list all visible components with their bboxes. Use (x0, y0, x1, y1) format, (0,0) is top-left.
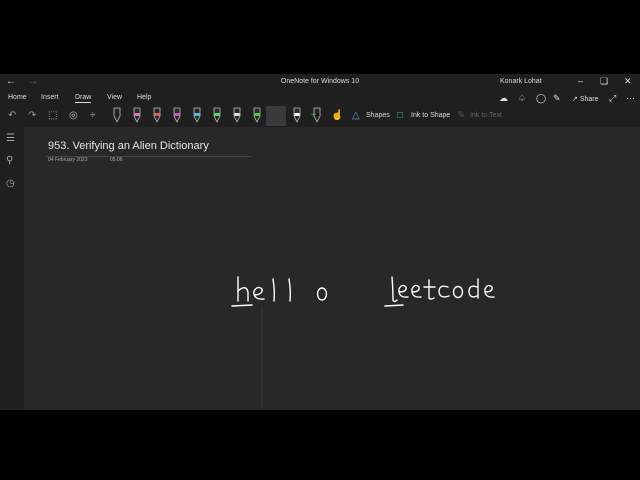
more-options-icon[interactable]: ⋯ (626, 93, 635, 104)
close-icon[interactable]: ✕ (624, 76, 632, 87)
onenote-window: ← → OneNote for Windows 10 Konark Lohat … (0, 74, 640, 410)
highlighter-green-icon[interactable] (212, 107, 222, 123)
recent-notes-icon[interactable]: ◷ (6, 178, 15, 189)
shapes-icon[interactable]: △ (352, 110, 360, 121)
add-space-icon[interactable]: ÷ (90, 110, 96, 121)
navigation-sidebar: ☰ ⚲ ◷ (0, 127, 24, 410)
sync-icon[interactable]: ☁ (499, 93, 508, 104)
tab-insert[interactable]: Insert (41, 94, 59, 101)
user-name[interactable]: Konark Lohat (500, 78, 542, 85)
tab-draw[interactable]: Draw (75, 94, 92, 103)
redo-icon[interactable]: ↷ (28, 110, 36, 121)
pen-white-icon[interactable] (232, 107, 242, 123)
pen-mode-icon[interactable]: ✎ (553, 93, 561, 104)
title-bar: ← → OneNote for Windows 10 Konark Lohat … (0, 74, 640, 91)
pen-pink-icon[interactable] (132, 107, 142, 123)
ink-word-leetcode (384, 276, 495, 307)
pen-black-icon[interactable] (112, 107, 122, 123)
notifications-icon[interactable]: ♤ (518, 93, 526, 104)
search-icon[interactable]: ⚲ (6, 155, 13, 166)
pen-magenta-icon[interactable] (172, 107, 182, 123)
note-canvas[interactable]: 953. Verifying an Alien Dictionary 04 Fe… (24, 127, 640, 410)
ink-to-text-label: Ink to Text (470, 112, 502, 119)
add-pen-icon[interactable]: + (311, 110, 317, 121)
selected-pen-highlight (266, 106, 286, 126)
notebooks-icon[interactable]: ☰ (6, 133, 15, 144)
handwritten-ink (231, 276, 495, 408)
pen-white-selected-icon[interactable] (292, 107, 302, 123)
expand-icon[interactable]: ⤢ (609, 93, 616, 104)
share-button[interactable]: ↗ Share (572, 95, 599, 103)
maximize-icon[interactable]: ❏ (600, 76, 608, 87)
ink-to-shape-icon[interactable]: □ (397, 110, 403, 121)
ink-to-shape-label[interactable]: Ink to Shape (411, 112, 450, 119)
pen-red-icon[interactable] (152, 107, 162, 123)
lasso-select-icon[interactable]: ⬚ (48, 110, 57, 121)
tab-home[interactable]: Home (8, 94, 27, 101)
eraser-icon[interactable]: ◎ (69, 110, 78, 121)
tab-help[interactable]: Help (137, 94, 151, 101)
share-label: Share (579, 96, 599, 103)
touch-drawing-icon[interactable]: ☝ (331, 110, 343, 121)
window-title: OneNote for Windows 10 (280, 78, 360, 85)
minimize-icon[interactable]: – (578, 76, 583, 86)
ink-word-hello (231, 276, 328, 307)
undo-icon[interactable]: ↶ (8, 110, 16, 121)
shapes-label[interactable]: Shapes (366, 112, 390, 119)
lightbulb-icon[interactable]: ◯ (536, 93, 546, 104)
draw-toolbar: ↶ ↷ ⬚ ◎ ÷ + ☝ △ Shapes □ Ink to Shape ✎ … (0, 105, 640, 127)
pen-cyan-icon[interactable] (192, 107, 202, 123)
pen-green-icon[interactable] (252, 107, 262, 123)
tab-view[interactable]: View (107, 94, 122, 101)
ink-to-text-icon: ✎ (457, 110, 466, 121)
